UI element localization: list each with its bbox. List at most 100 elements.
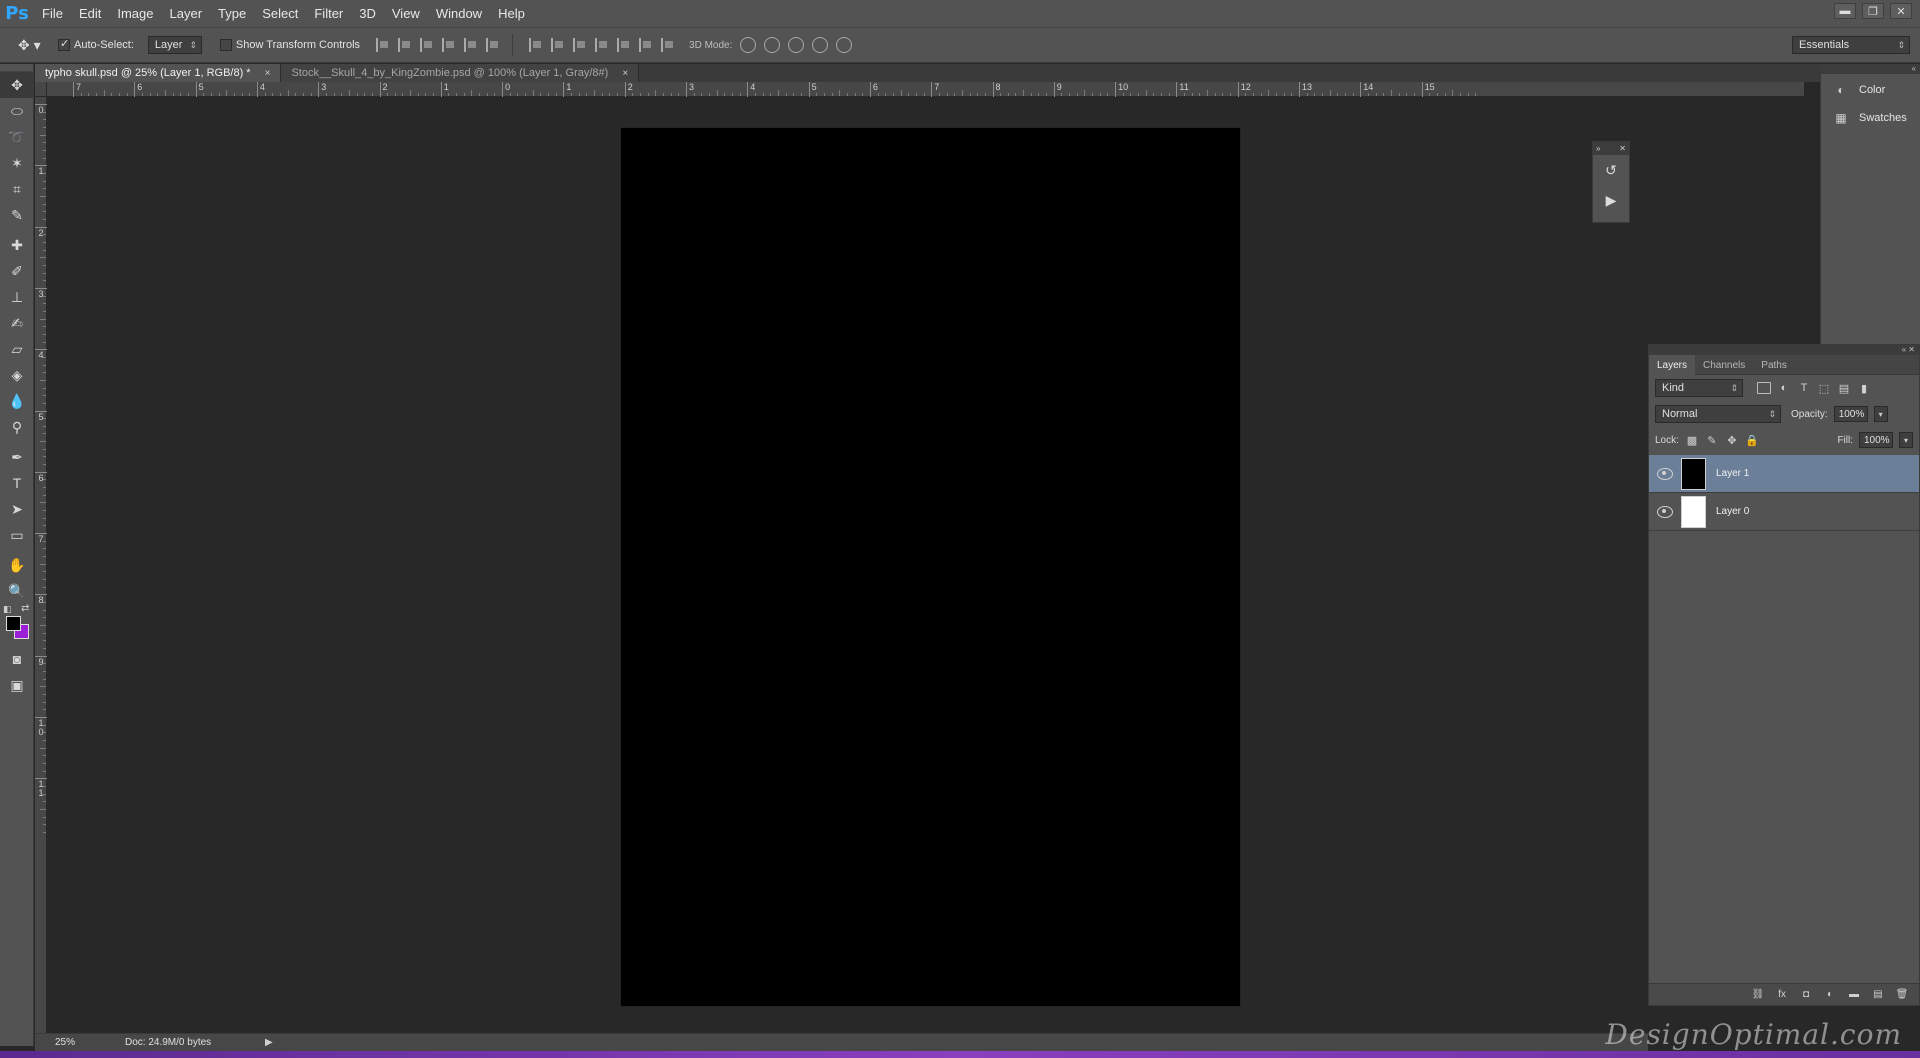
filter-kind-dropdown[interactable]: Kind (1655, 379, 1743, 397)
close-icon[interactable]: ✕ (1619, 144, 1626, 153)
swap-colors-icon[interactable]: ⇄ (21, 603, 29, 614)
layer-row-layer-0[interactable]: Layer 0 (1649, 493, 1919, 531)
tab-layers[interactable]: Layers (1649, 355, 1696, 375)
vertical-ruler[interactable]: 0 1 2 3 4 5 6 7 8 9 1 0 1 1 (35, 97, 47, 1033)
tab-channels[interactable]: Channels (1695, 355, 1753, 375)
lock-all-icon[interactable]: 🔒 (1745, 433, 1759, 447)
show-transform-checkbox[interactable] (219, 39, 232, 51)
panel-collapse-icon[interactable]: « ✕ (1649, 345, 1919, 355)
workspace-dropdown[interactable]: Essentials (1792, 36, 1910, 54)
paint-bucket-tool-icon[interactable]: ◈ (0, 362, 34, 388)
menu-layer[interactable]: Layer (162, 6, 211, 21)
layer-name[interactable]: Layer 1 (1716, 468, 1749, 479)
layer-style-icon[interactable]: fx (1775, 989, 1789, 1001)
opacity-input[interactable]: 100% (1833, 406, 1868, 422)
align-top-icon[interactable] (376, 38, 390, 52)
default-colors-icon[interactable]: ◧ (3, 604, 12, 615)
blur-tool-icon[interactable]: 💧 (0, 388, 34, 414)
menu-filter[interactable]: Filter (306, 6, 351, 21)
3d-pan-icon[interactable] (788, 37, 805, 53)
3d-scale-icon[interactable] (836, 37, 853, 53)
adjustment-layer-icon[interactable]: ◐ (1823, 989, 1837, 1001)
collapse-icon[interactable]: « (1821, 64, 1920, 74)
opacity-slider-icon[interactable]: ▾ (1873, 406, 1888, 422)
distribute-left-icon[interactable] (595, 38, 609, 52)
filter-toggle-icon[interactable]: ▮ (1857, 381, 1871, 395)
rectangle-tool-icon[interactable]: ▭ (0, 522, 34, 548)
screen-mode-icon[interactable]: ▣ (0, 672, 34, 698)
horizontal-ruler[interactable]: 7 6 5 4 3 2 1 0 1 2 3 4 5 6 7 8 9 10 11 12 13 14 15 (47, 82, 1804, 97)
eyedropper-tool-icon[interactable]: ✎ (0, 202, 34, 228)
visibility-eye-icon[interactable] (1657, 467, 1673, 480)
align-hcenter-icon[interactable] (464, 38, 478, 52)
healing-brush-tool-icon[interactable]: ✚ (0, 232, 34, 258)
move-tool-preset-icon[interactable]: ✥ ▾ (18, 33, 58, 57)
menu-window[interactable]: Window (428, 6, 490, 21)
3d-roll-icon[interactable] (764, 37, 781, 53)
trash-icon[interactable]: 🗑 (1895, 989, 1909, 1001)
lock-pixels-icon[interactable]: ✎ (1705, 433, 1719, 447)
align-vcenter-icon[interactable] (398, 38, 412, 52)
actions-play-icon[interactable]: ▶ (1593, 185, 1629, 215)
pixel-filter-icon[interactable] (1757, 382, 1771, 394)
distribute-top-icon[interactable] (529, 38, 543, 52)
history-icon[interactable]: ↺ (1593, 155, 1629, 185)
restore-button[interactable]: ❐ (1862, 3, 1884, 19)
history-brush-tool-icon[interactable]: ✍ (0, 310, 34, 336)
eraser-tool-icon[interactable]: ▱ (0, 336, 34, 362)
zoom-level[interactable]: 25% (35, 1037, 95, 1048)
status-menu-icon[interactable]: ▶ (265, 1037, 273, 1048)
3d-orbit-icon[interactable] (740, 37, 757, 53)
zoom-tool-icon[interactable]: 🔍 (0, 578, 34, 604)
distribute-hcenter-icon[interactable] (617, 38, 631, 52)
blend-mode-dropdown[interactable]: Normal (1655, 405, 1781, 423)
auto-select-checkbox[interactable] (58, 37, 70, 51)
new-layer-icon[interactable]: ▤ (1871, 989, 1885, 1001)
lasso-tool-icon[interactable]: ➰ (0, 124, 34, 150)
type-tool-icon[interactable]: T (0, 470, 34, 496)
foreground-color-swatch[interactable] (6, 616, 21, 631)
align-left-icon[interactable] (442, 38, 456, 52)
dock-color[interactable]: ◐ Color (1821, 76, 1920, 104)
fill-slider-icon[interactable]: ▾ (1899, 432, 1913, 448)
collapse-icon[interactable]: » (1596, 144, 1600, 153)
menu-select[interactable]: Select (254, 6, 306, 21)
menu-image[interactable]: Image (109, 6, 161, 21)
clone-stamp-tool-icon[interactable]: ⊥ (0, 284, 34, 310)
move-tool-icon[interactable]: ✥ (0, 72, 34, 98)
lock-position-icon[interactable]: ✥ (1725, 433, 1739, 447)
visibility-eye-icon[interactable] (1657, 505, 1673, 518)
auto-align-icon[interactable] (661, 38, 675, 52)
auto-select-target-dropdown[interactable]: Layer (147, 36, 202, 54)
layer-row-layer-1[interactable]: Layer 1 (1649, 455, 1919, 493)
type-filter-icon[interactable]: T (1797, 381, 1811, 395)
tab-typho-skull[interactable]: typho skull.psd @ 25% (Layer 1, RGB/8) *… (35, 64, 282, 82)
menu-view[interactable]: View (384, 6, 428, 21)
menu-file[interactable]: File (34, 6, 71, 21)
path-selection-tool-icon[interactable]: ➤ (0, 496, 34, 522)
distribute-bottom-icon[interactable] (573, 38, 587, 52)
marquee-tool-icon[interactable]: ⬭ (0, 98, 34, 124)
minimize-button[interactable]: ▬ (1834, 3, 1856, 19)
magic-wand-tool-icon[interactable]: ✶ (0, 150, 34, 176)
lock-transparency-icon[interactable]: ▩ (1685, 433, 1699, 447)
fill-input[interactable]: 100% (1859, 432, 1893, 448)
show-transform-option[interactable]: Show Transform Controls (219, 39, 360, 51)
floating-panel-header[interactable]: » ✕ (1593, 142, 1629, 155)
document-canvas[interactable] (621, 128, 1240, 1006)
align-right-icon[interactable] (486, 38, 500, 52)
link-layers-icon[interactable]: ⛓ (1751, 989, 1765, 1001)
distribute-vcenter-icon[interactable] (551, 38, 565, 52)
distribute-right-icon[interactable] (639, 38, 653, 52)
tab-close-icon[interactable]: × (265, 68, 271, 79)
menu-help[interactable]: Help (490, 6, 533, 21)
quick-mask-icon[interactable]: ◙ (0, 646, 34, 672)
3d-slide-icon[interactable] (812, 37, 829, 53)
shape-filter-icon[interactable]: ⬚ (1817, 381, 1831, 395)
smart-object-filter-icon[interactable]: ▤ (1837, 381, 1851, 395)
brush-tool-icon[interactable]: ✐ (0, 258, 34, 284)
toolbar-grip[interactable] (0, 64, 33, 72)
crop-tool-icon[interactable]: ⌗ (0, 176, 34, 202)
hand-tool-icon[interactable]: ✋ (0, 552, 34, 578)
dodge-tool-icon[interactable]: ⚲ (0, 414, 34, 440)
